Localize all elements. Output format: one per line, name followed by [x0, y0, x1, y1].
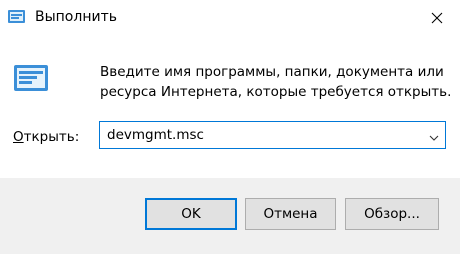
ok-button[interactable]: OK — [145, 198, 237, 230]
cancel-button[interactable]: Отмена — [245, 198, 336, 230]
dropdown-button[interactable] — [423, 122, 445, 148]
run-dialog: Выполнить Введите имя программы, папки, … — [0, 0, 460, 254]
open-label-text: ткрыть: — [23, 129, 80, 145]
chevron-down-icon — [429, 126, 439, 145]
run-program-icon — [12, 64, 52, 94]
instruction-text: Введите имя программы, папки, документа … — [100, 62, 452, 102]
close-icon — [431, 12, 443, 24]
open-input[interactable] — [100, 122, 420, 148]
instruction-line-2: ресурса Интернета, которые требуется отк… — [100, 84, 452, 100]
browse-button[interactable]: Обзор... — [345, 198, 439, 230]
open-label: Открыть: — [13, 127, 79, 147]
open-combobox[interactable] — [99, 121, 446, 149]
window-title: Выполнить — [35, 9, 117, 25]
title-bar[interactable]: Выполнить — [0, 0, 460, 36]
open-label-accesskey: О — [13, 129, 24, 145]
instruction-line-1: Введите имя программы, папки, документа … — [100, 64, 444, 80]
run-icon — [7, 8, 27, 26]
close-button[interactable] — [414, 0, 460, 36]
